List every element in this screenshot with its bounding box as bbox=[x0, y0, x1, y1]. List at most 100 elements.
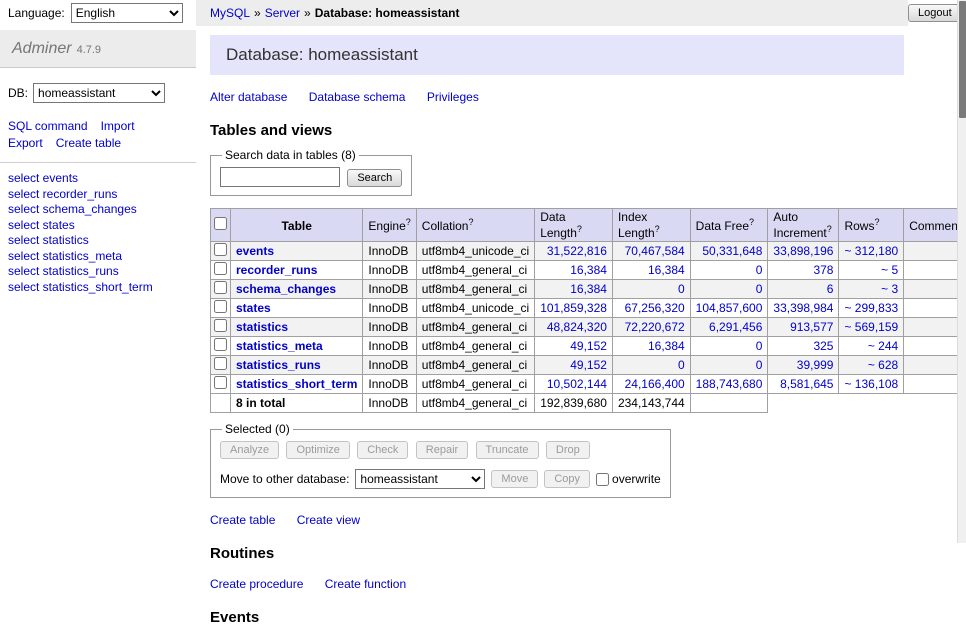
table-name-link[interactable]: events bbox=[236, 244, 274, 258]
data-free-link[interactable]: 188,743,680 bbox=[696, 377, 763, 391]
create-table-link[interactable]: Create table bbox=[210, 513, 275, 527]
auto-increment-link[interactable]: 8,581,645 bbox=[780, 377, 833, 391]
sidebar-link-sql-command[interactable]: SQL command bbox=[8, 119, 88, 133]
sidebar-item-select-statistics-meta[interactable]: select statistics_meta bbox=[8, 249, 188, 265]
data-free-link[interactable]: 104,857,600 bbox=[696, 301, 763, 315]
data-length-link[interactable]: 101,859,328 bbox=[540, 301, 607, 315]
sidebar-item-select-events[interactable]: select events bbox=[8, 171, 188, 187]
row-checkbox[interactable] bbox=[214, 300, 227, 313]
data-free-link[interactable]: 0 bbox=[756, 339, 763, 353]
rows-count-link[interactable]: ~ 5 bbox=[881, 263, 898, 277]
overwrite-checkbox[interactable] bbox=[596, 473, 609, 486]
row-checkbox[interactable] bbox=[214, 338, 227, 351]
table-name-link[interactable]: statistics_short_term bbox=[236, 377, 357, 391]
row-checkbox[interactable] bbox=[214, 357, 227, 370]
logout-button[interactable]: Logout bbox=[908, 4, 962, 22]
sidebar-item-select-recorder-runs[interactable]: select recorder_runs bbox=[8, 187, 188, 203]
data-length-link[interactable]: 16,384 bbox=[570, 282, 607, 296]
data-free-link[interactable]: 50,331,648 bbox=[702, 244, 762, 258]
move-button[interactable]: Move bbox=[491, 470, 538, 488]
rows-count-link[interactable]: ~ 312,180 bbox=[844, 244, 898, 258]
help-icon[interactable]: ? bbox=[827, 224, 832, 234]
row-checkbox[interactable] bbox=[214, 243, 227, 256]
drop-button[interactable]: Drop bbox=[546, 441, 590, 459]
create-view-link[interactable]: Create view bbox=[297, 513, 360, 527]
data-length-link[interactable]: 16,384 bbox=[570, 263, 607, 277]
rows-count-link[interactable]: ~ 3 bbox=[881, 282, 898, 296]
table-name-link[interactable]: states bbox=[236, 301, 271, 315]
table-name-link[interactable]: recorder_runs bbox=[236, 263, 317, 277]
sidebar-item-select-statistics-short-term[interactable]: select statistics_short_term bbox=[8, 280, 188, 296]
table-name-link[interactable]: statistics bbox=[236, 320, 288, 334]
row-checkbox[interactable] bbox=[214, 376, 227, 389]
help-icon[interactable]: ? bbox=[655, 224, 660, 234]
rows-count-link[interactable]: ~ 628 bbox=[868, 358, 898, 372]
table-name-link[interactable]: statistics_runs bbox=[236, 358, 321, 372]
rows-count-link[interactable]: ~ 299,833 bbox=[844, 301, 898, 315]
create-procedure-link[interactable]: Create procedure bbox=[210, 577, 303, 591]
data-length-link[interactable]: 31,522,816 bbox=[547, 244, 607, 258]
index-length-link[interactable]: 16,384 bbox=[648, 263, 685, 277]
rows-count-link[interactable]: ~ 136,108 bbox=[844, 377, 898, 391]
sidebar-item-select-statistics[interactable]: select statistics bbox=[8, 233, 188, 249]
breadcrumb-link-mysql[interactable]: MySQL bbox=[210, 6, 250, 20]
database-schema-link[interactable]: Database schema bbox=[309, 90, 406, 104]
search-button[interactable]: Search bbox=[347, 169, 402, 187]
sidebar-link-export[interactable]: Export bbox=[8, 136, 43, 150]
sidebar-link-import[interactable]: Import bbox=[101, 119, 135, 133]
truncate-button[interactable]: Truncate bbox=[476, 441, 539, 459]
copy-button[interactable]: Copy bbox=[544, 470, 590, 488]
data-free-link[interactable]: 0 bbox=[756, 263, 763, 277]
index-length-link[interactable]: 0 bbox=[678, 282, 685, 296]
help-icon[interactable]: ? bbox=[577, 224, 582, 234]
row-checkbox[interactable] bbox=[214, 262, 227, 275]
index-length-link[interactable]: 0 bbox=[678, 358, 685, 372]
breadcrumb-link-server[interactable]: Server bbox=[265, 6, 300, 20]
data-length-link[interactable]: 49,152 bbox=[570, 358, 607, 372]
auto-increment-link[interactable]: 39,999 bbox=[797, 358, 834, 372]
db-select[interactable]: homeassistant bbox=[33, 83, 165, 103]
sidebar-item-select-schema-changes[interactable]: select schema_changes bbox=[8, 202, 188, 218]
sidebar-item-select-statistics-runs[interactable]: select statistics_runs bbox=[8, 264, 188, 280]
auto-increment-link[interactable]: 913,577 bbox=[790, 320, 833, 334]
data-length-link[interactable]: 10,502,144 bbox=[547, 377, 607, 391]
auto-increment-link[interactable]: 33,398,984 bbox=[773, 301, 833, 315]
analyze-button[interactable]: Analyze bbox=[220, 441, 279, 459]
alter-database-link[interactable]: Alter database bbox=[210, 90, 287, 104]
move-database-select[interactable]: homeassistant bbox=[355, 469, 485, 489]
help-icon[interactable]: ? bbox=[874, 217, 879, 227]
data-length-link[interactable]: 48,824,320 bbox=[547, 320, 607, 334]
index-length-link[interactable]: 16,384 bbox=[648, 339, 685, 353]
check-button[interactable]: Check bbox=[357, 441, 408, 459]
rows-count-link[interactable]: ~ 569,159 bbox=[844, 320, 898, 334]
table-name-link[interactable]: schema_changes bbox=[236, 282, 336, 296]
data-free-link[interactable]: 0 bbox=[756, 358, 763, 372]
optimize-button[interactable]: Optimize bbox=[286, 441, 349, 459]
help-icon[interactable]: ? bbox=[406, 217, 411, 227]
vertical-scrollbar[interactable] bbox=[957, 0, 966, 543]
row-checkbox[interactable] bbox=[214, 281, 227, 294]
sidebar-link-create-table[interactable]: Create table bbox=[56, 136, 121, 150]
select-all-checkbox[interactable] bbox=[214, 217, 227, 230]
auto-increment-link[interactable]: 325 bbox=[813, 339, 833, 353]
help-icon[interactable]: ? bbox=[749, 217, 754, 227]
data-free-link[interactable]: 0 bbox=[756, 282, 763, 296]
help-icon[interactable]: ? bbox=[468, 217, 473, 227]
repair-button[interactable]: Repair bbox=[416, 441, 468, 459]
rows-count-link[interactable]: ~ 244 bbox=[868, 339, 898, 353]
data-free-link[interactable]: 6,291,456 bbox=[709, 320, 762, 334]
index-length-link[interactable]: 70,467,584 bbox=[625, 244, 685, 258]
auto-increment-link[interactable]: 6 bbox=[827, 282, 834, 296]
scrollbar-thumb[interactable] bbox=[959, 1, 966, 118]
search-input[interactable] bbox=[220, 167, 340, 187]
index-length-link[interactable]: 72,220,672 bbox=[625, 320, 685, 334]
index-length-link[interactable]: 67,256,320 bbox=[625, 301, 685, 315]
auto-increment-link[interactable]: 33,898,196 bbox=[773, 244, 833, 258]
language-select[interactable]: English bbox=[71, 3, 183, 23]
sidebar-item-select-states[interactable]: select states bbox=[8, 218, 188, 234]
table-name-link[interactable]: statistics_meta bbox=[236, 339, 323, 353]
auto-increment-link[interactable]: 378 bbox=[813, 263, 833, 277]
row-checkbox[interactable] bbox=[214, 319, 227, 332]
privileges-link[interactable]: Privileges bbox=[427, 90, 479, 104]
index-length-link[interactable]: 24,166,400 bbox=[625, 377, 685, 391]
